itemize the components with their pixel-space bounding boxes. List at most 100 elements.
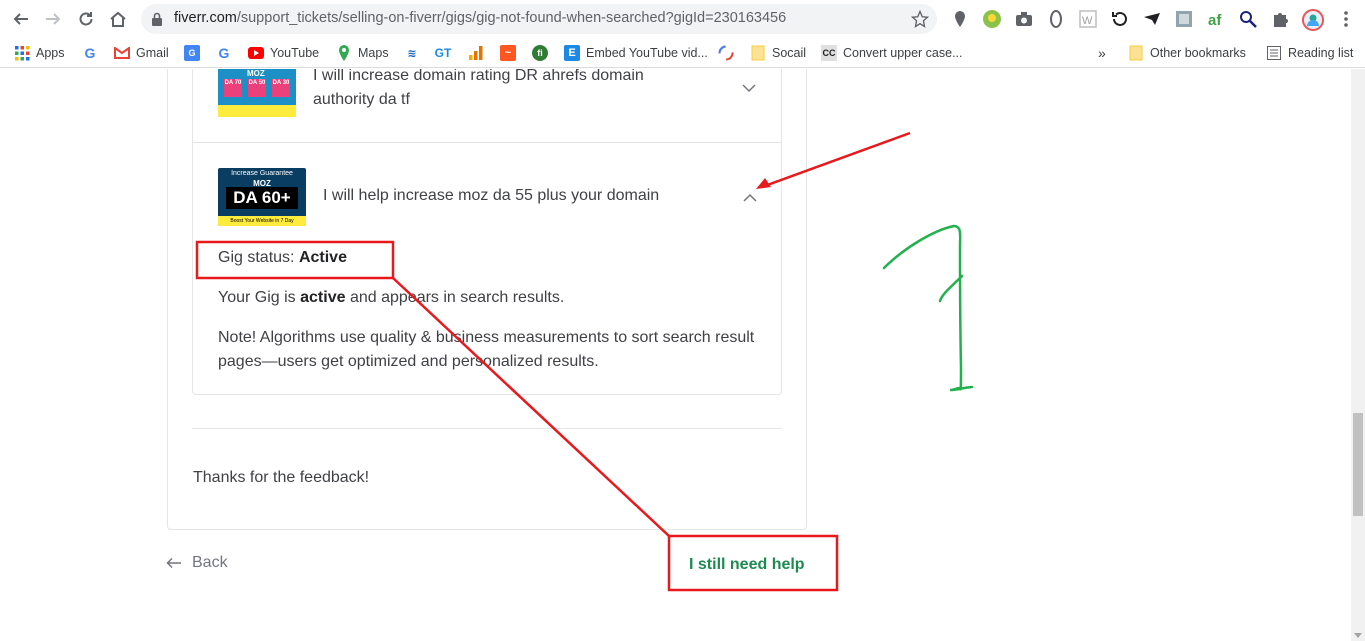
bookmark-analytics[interactable]	[468, 38, 490, 68]
address-bar[interactable]: fiverr.com/support_tickets/selling-on-fi…	[141, 4, 937, 34]
forward-arrow-icon[interactable]	[40, 6, 66, 32]
thumbnail-label: MOZ	[247, 69, 265, 78]
bookmark-label: Gmail	[136, 46, 169, 60]
bookmark-youtube[interactable]: YouTube	[248, 38, 319, 68]
location-pin-icon[interactable]	[950, 9, 970, 29]
gig-title[interactable]: I will help increase moz da 55 plus your…	[323, 184, 733, 208]
annotation-handwritten-mark	[882, 224, 974, 392]
bookmark-label: Maps	[358, 46, 389, 60]
bookmark-label: Embed YouTube vid...	[586, 46, 708, 60]
bookmark-google[interactable]: G	[82, 38, 104, 68]
back-arrow-icon	[166, 557, 181, 569]
bookmark-wave[interactable]: ~	[500, 38, 522, 68]
overflow-chevron-icon: »	[1098, 45, 1106, 61]
still-need-help-button[interactable]: I still need help	[689, 556, 805, 574]
history-icon[interactable]	[1110, 9, 1130, 29]
back-link[interactable]: Back	[166, 554, 228, 572]
bookmark-label: Socail	[772, 46, 807, 60]
thumbnail-value: DA 50	[248, 79, 266, 97]
bookmark-icon: ≋	[407, 47, 417, 60]
bookmark-fi[interactable]: fi	[532, 38, 554, 68]
bookmark-stack[interactable]: ≋	[404, 38, 426, 68]
bookmark-icon: ~	[500, 45, 516, 61]
bookmark-label: Reading list	[1288, 46, 1354, 60]
bookmarks-overflow[interactable]: »	[1098, 38, 1106, 68]
gt-icon: GT	[434, 46, 452, 60]
image-extension-icon[interactable]	[1174, 9, 1194, 29]
scroll-down-arrow-icon[interactable]	[1354, 633, 1362, 638]
bookmark-circle[interactable]	[718, 38, 740, 68]
reading-list-icon	[1266, 45, 1282, 61]
search-analytics-icon[interactable]	[1238, 9, 1258, 29]
menu-kebab-icon[interactable]	[1336, 9, 1356, 29]
bulb-extension-icon[interactable]	[982, 9, 1002, 29]
back-label: Back	[192, 554, 228, 571]
circle-icon	[718, 45, 734, 61]
cc-icon: CC	[821, 45, 837, 61]
bookmark-socail[interactable]: Socail	[750, 38, 806, 68]
thumbnail-value: DA 70	[224, 79, 242, 97]
bookmark-translate[interactable]: G	[184, 38, 206, 68]
divider	[192, 428, 782, 429]
lock-icon[interactable]	[151, 12, 163, 31]
gig-status: Gig status: Active	[218, 246, 347, 270]
embed-icon: E	[564, 45, 580, 61]
bookmark-maps[interactable]: Maps	[336, 38, 389, 68]
gig-thumbnail[interactable]: Increase Guarantee MOZ DA 60+ Boost Your…	[218, 168, 306, 226]
bookmark-label: Apps	[36, 46, 65, 60]
chevron-up-icon[interactable]	[743, 193, 757, 203]
google-translate-icon: G	[184, 45, 200, 61]
af-extension-icon[interactable]: af	[1206, 9, 1226, 29]
analytics-icon	[468, 45, 484, 61]
back-arrow-icon[interactable]	[8, 6, 34, 32]
browser-toolbar: fiverr.com/support_tickets/selling-on-fi…	[0, 0, 1365, 38]
svg-text:W: W	[1082, 15, 1093, 27]
bookmark-gt[interactable]: GT	[435, 38, 457, 68]
reload-icon[interactable]	[73, 6, 99, 32]
algorithm-note: Note! Algorithms use quality & business …	[218, 329, 755, 370]
scrollbar-thumb[interactable]	[1353, 413, 1363, 516]
thumbnail-label: Increase Guarantee	[231, 170, 293, 177]
zero-extension-icon[interactable]	[1046, 9, 1066, 29]
bookmark-google-2[interactable]: G	[216, 38, 238, 68]
folder-icon	[1128, 45, 1144, 61]
gig-status-value: Active	[298, 249, 347, 266]
status-text: Your Gig is	[218, 289, 296, 306]
svg-text:af: af	[1208, 12, 1222, 29]
camera-icon[interactable]	[1014, 9, 1034, 29]
reading-list[interactable]: Reading list	[1266, 38, 1353, 68]
apps-grid-icon	[14, 45, 30, 61]
page-scrollbar[interactable]	[1351, 69, 1365, 641]
folder-icon	[750, 45, 766, 61]
page-content: MOZ DA 70 DA 50 DA 30 I will increase do…	[0, 69, 1351, 641]
bookmark-embed[interactable]: E Embed YouTube vid...	[564, 38, 708, 68]
url-text: fiverr.com/support_tickets/selling-on-fi…	[174, 10, 787, 26]
bookmark-icon: fi	[532, 45, 548, 61]
divider	[193, 142, 781, 143]
thumbnail-label: Boost Your Website in 7 Day	[218, 216, 306, 226]
puzzle-extensions-icon[interactable]	[1270, 9, 1290, 29]
plane-extension-icon[interactable]	[1142, 9, 1162, 29]
thumbnail-value: DA 60+	[226, 187, 298, 209]
wordpress-icon[interactable]: W	[1078, 9, 1098, 29]
bookmark-apps[interactable]: Apps	[14, 38, 65, 68]
gmail-icon	[114, 45, 130, 61]
gig-title[interactable]: I will increase domain rating DR ahrefs …	[313, 69, 703, 112]
bookmark-label: YouTube	[270, 46, 320, 60]
status-description: Your Gig is active and appears in search…	[218, 286, 564, 310]
bookmark-other[interactable]: Other bookmarks	[1128, 38, 1246, 68]
home-icon[interactable]	[105, 6, 131, 32]
bookmark-gmail[interactable]: Gmail	[114, 38, 169, 68]
status-text-bold: active	[300, 289, 346, 306]
maps-pin-icon	[336, 45, 352, 61]
star-icon[interactable]	[910, 9, 930, 33]
bookmarks-bar: Apps G Gmail G G YouTube Maps ≋ GT ~ fi …	[0, 38, 1365, 68]
bookmark-label: Other bookmarks	[1150, 46, 1246, 60]
gig-thumbnail[interactable]: MOZ DA 70 DA 50 DA 30	[218, 69, 296, 117]
google-icon: G	[84, 45, 96, 61]
chevron-down-icon[interactable]	[742, 83, 756, 93]
profile-avatar-icon[interactable]	[1302, 9, 1324, 31]
feedback-message: Thanks for the feedback!	[193, 469, 370, 486]
google-icon: G	[218, 45, 230, 61]
bookmark-convert[interactable]: CC Convert upper case...	[821, 38, 963, 68]
